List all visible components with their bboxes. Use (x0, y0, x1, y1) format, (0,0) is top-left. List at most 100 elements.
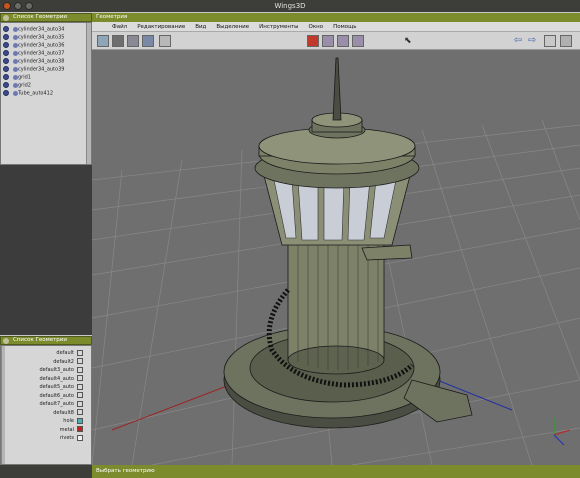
left-bottom-bar (0, 465, 92, 478)
status-bar: Выбрать геометрию (92, 465, 580, 478)
geometry-item-label: grid2 (18, 82, 31, 89)
material-swatch (77, 400, 83, 407)
geometry-list-panel: cylinder34_auto34 cylinder34_auto35 cylind… (0, 22, 92, 165)
material-label: default (56, 350, 74, 356)
close-panel-icon[interactable] (3, 338, 9, 344)
material-swatch (77, 392, 83, 398)
object-icon (3, 50, 9, 56)
object-icon (3, 42, 9, 48)
material-label: metal (59, 426, 74, 433)
material-label: default5_auto (39, 384, 74, 390)
geometry-list-item[interactable]: cylinder34_auto34 (3, 26, 89, 33)
geometry-list-item[interactable]: cylinder34_auto38 (3, 58, 89, 65)
grid-toggle-button[interactable] (159, 35, 171, 47)
geometry-list-item[interactable]: Tube_auto412 (3, 90, 89, 97)
edge-select-button[interactable] (322, 35, 334, 47)
geometry-list-header[interactable]: Список Геометрии (0, 13, 92, 22)
material-swatch (77, 383, 83, 390)
material-list-item[interactable]: default4_auto (3, 375, 89, 383)
material-label: default2 (53, 358, 74, 365)
material-label: default7_auto (39, 401, 74, 407)
redo-icon[interactable]: ⇨ (526, 35, 538, 47)
material-swatch (77, 417, 83, 424)
material-swatch (77, 349, 83, 356)
material-label: rivets (59, 435, 74, 441)
geometry-list-item[interactable]: cylinder34_auto37 (3, 50, 89, 57)
view-cube-button[interactable] (142, 35, 154, 47)
open-icon[interactable] (560, 35, 572, 47)
material-swatch (77, 375, 83, 381)
3d-viewport[interactable] (92, 50, 580, 465)
geometry-list-item[interactable]: cylinder34_auto39 (3, 66, 89, 73)
save-icon[interactable] (544, 35, 556, 47)
object-icon (3, 90, 9, 96)
geometry-window-header[interactable]: Геометрия (92, 13, 580, 22)
material-list-item[interactable]: default7_auto (3, 400, 89, 408)
material-list-item[interactable]: rivets (3, 434, 89, 442)
material-list-item[interactable]: default6_auto (3, 392, 89, 400)
material-list-item[interactable]: metal (3, 426, 89, 434)
material-label: default8 (53, 409, 74, 416)
tower-model[interactable] (223, 57, 473, 429)
face-select-button[interactable] (307, 35, 319, 47)
material-swatch (77, 366, 83, 373)
material-swatch (77, 426, 83, 432)
material-swatch (77, 409, 83, 415)
smooth-preview-button[interactable] (97, 35, 109, 47)
material-label: default3_auto (39, 367, 74, 373)
material-list-item[interactable]: default (3, 349, 89, 357)
geometry-list-scrollbar[interactable] (86, 23, 91, 164)
material-list-item[interactable]: hole (3, 417, 89, 425)
geometry-list-item[interactable]: grid2 (3, 82, 89, 89)
close-panel-icon[interactable] (3, 15, 9, 21)
geometry-item-label: cylinder34_auto39 (18, 66, 65, 73)
shaded-button[interactable] (127, 35, 139, 47)
left-empty-area (0, 165, 92, 335)
object-icon (3, 58, 9, 64)
material-list-item[interactable]: default8 (3, 409, 89, 417)
toolbar: ⬉ ⇦ ⇨ (92, 32, 580, 50)
materials-panel: default default2 default3_auto default4_aut… (0, 345, 92, 465)
menu-tools[interactable]: Инструменты (259, 22, 298, 31)
object-icon (3, 66, 9, 72)
materials-header[interactable]: Список Геометрии (0, 336, 92, 345)
geometry-item-label: cylinder34_auto37 (18, 50, 65, 57)
geometry-item-label: cylinder34_auto38 (18, 58, 65, 65)
object-icon (3, 34, 9, 40)
menu-edit[interactable]: Редактирование (137, 22, 185, 31)
wings3d-app: Wings3D Список Геометрии cylinder34_auto… (0, 0, 580, 478)
materials-scrollbar[interactable] (1, 346, 5, 464)
wireframe-button[interactable] (112, 35, 124, 47)
material-list-item[interactable]: default5_auto (3, 383, 89, 391)
geometry-item-label: cylinder34_auto35 (18, 34, 65, 41)
materials-title: Список Геометрии (13, 337, 67, 343)
object-icon (3, 74, 9, 80)
geometry-item-label: cylinder34_auto34 (18, 26, 65, 33)
geometry-item-label: Tube_auto412 (18, 90, 54, 97)
object-icon (3, 26, 9, 32)
undo-icon[interactable]: ⇦ (512, 35, 524, 47)
material-swatch (77, 358, 83, 364)
window-title: Wings3D (274, 2, 306, 10)
menu-help[interactable]: Помощь (333, 22, 356, 31)
geometry-item-label: cylinder34_auto36 (18, 42, 65, 49)
menu-select[interactable]: Выделение (216, 22, 249, 31)
geometry-list-item[interactable]: grid1 (3, 74, 89, 81)
object-icon (3, 82, 9, 88)
geometry-list-item[interactable]: cylinder34_auto35 (3, 34, 89, 41)
viewport-canvas (92, 57, 580, 465)
menu-file[interactable]: Файл (112, 22, 127, 31)
window-titlebar: Wings3D (0, 0, 580, 12)
geometry-item-label: grid1 (18, 74, 31, 81)
object-select-button[interactable] (352, 35, 364, 47)
material-swatch (77, 434, 83, 441)
vertex-select-button[interactable] (337, 35, 349, 47)
menu-window[interactable]: Окно (308, 22, 323, 31)
material-list-item[interactable]: default3_auto (3, 366, 89, 374)
material-list-item[interactable]: default2 (3, 358, 89, 366)
geometry-list-item[interactable]: cylinder34_auto36 (3, 42, 89, 49)
geometry-list-title: Список Геометрии (13, 14, 67, 20)
menubar: Файл Редактирование Вид Выделение Инстру… (92, 22, 580, 32)
menu-view[interactable]: Вид (195, 22, 206, 31)
material-label: default4_auto (39, 375, 74, 382)
